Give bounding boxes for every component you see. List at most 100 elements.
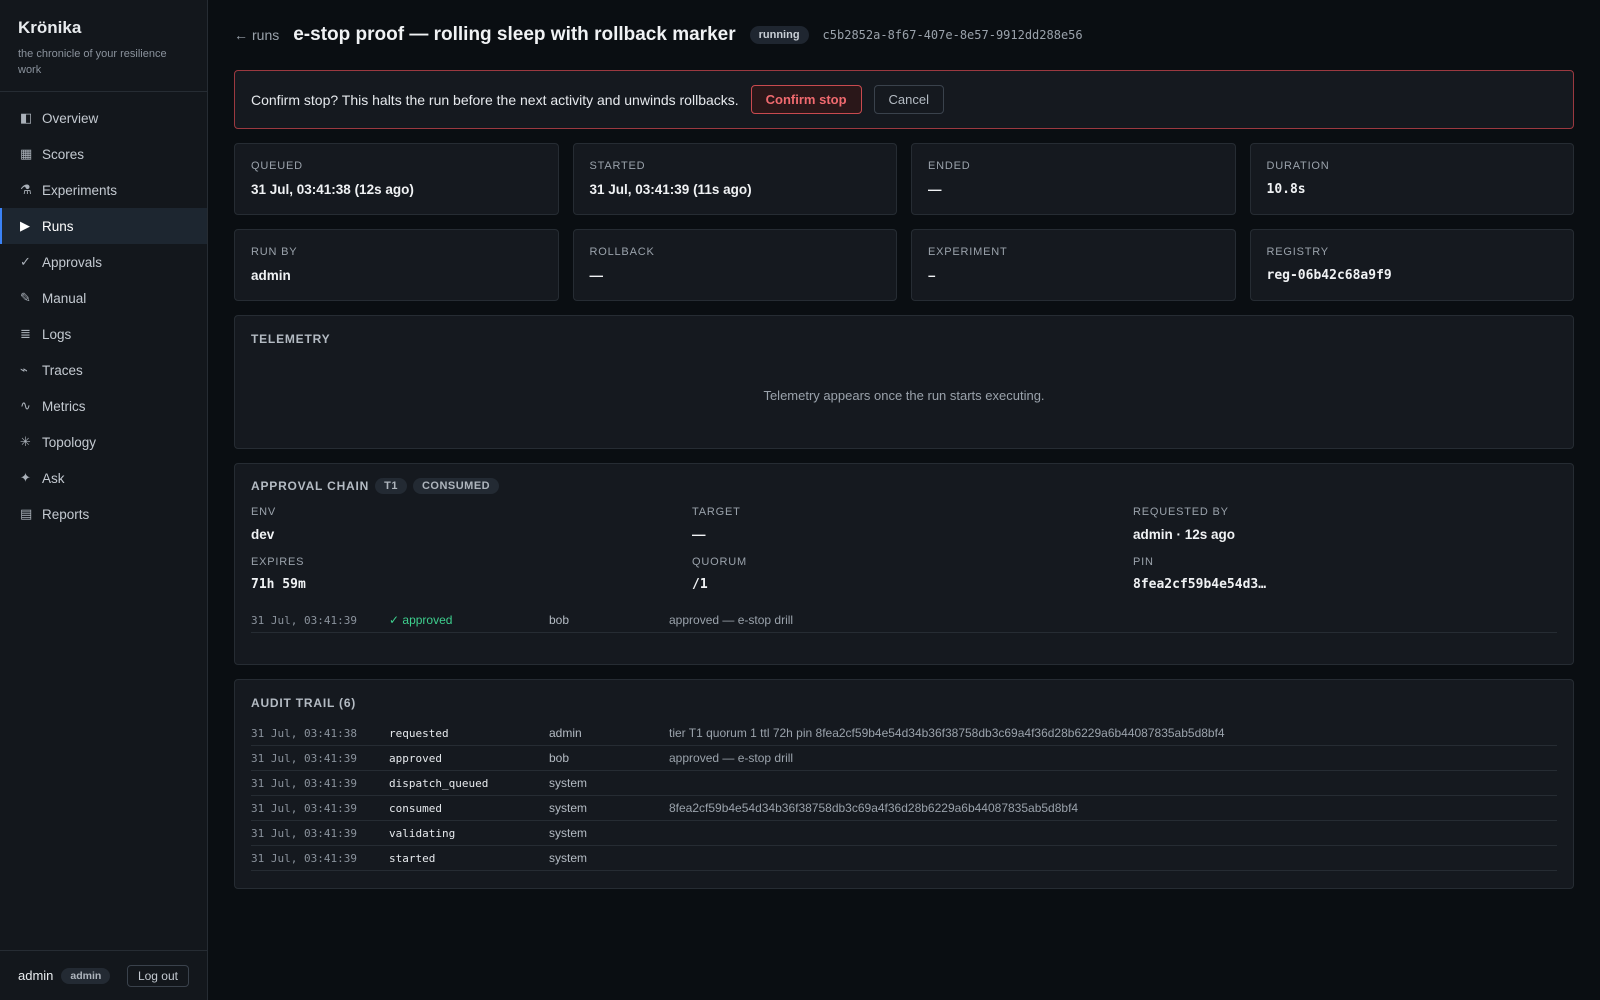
- field-value: 71h 59m: [251, 577, 306, 592]
- sidebar-item-label: Reports: [42, 506, 90, 522]
- sidebar-item-ask[interactable]: ✦ Ask: [0, 460, 207, 496]
- row-actor: system: [549, 851, 588, 865]
- card-value: 31 Jul, 03:41:39 (11s ago): [589, 182, 752, 197]
- confirm-stop-banner: Confirm stop? This halts the run before …: [234, 70, 1574, 129]
- field-label: ENV: [251, 506, 277, 518]
- sidebar-item-label: Ask: [42, 470, 65, 486]
- field-label: TARGET: [692, 506, 741, 518]
- field-value: 8fea2cf59b4e54d3…: [1133, 577, 1267, 592]
- registry-card: REGISTRY reg-06b42c68a9f9: [1249, 229, 1574, 301]
- audit-trail-panel: AUDIT TRAIL (6) 31 Jul, 03:41:38 requeste…: [234, 679, 1574, 889]
- app-title: Krönika: [18, 18, 82, 37]
- card-value: reg-06b42c68a9f9: [1266, 268, 1392, 283]
- card-value: –: [928, 268, 936, 283]
- row-event: consumed: [389, 801, 442, 815]
- logout-button[interactable]: Log out: [126, 964, 189, 987]
- sidebar-item-scores[interactable]: ▦ Scores: [0, 136, 207, 172]
- sidebar-item-label: Runs: [42, 218, 74, 234]
- ended-card: ENDED —: [911, 143, 1236, 215]
- sidebar: Krönika the chronicle of your resilience…: [0, 0, 208, 1000]
- rollback-card: ROLLBACK —: [572, 229, 897, 301]
- pin-field: PIN 8fea2cf59b4e54d3…: [1133, 556, 1557, 592]
- sidebar-item-experiments[interactable]: ⚗ Experiments: [0, 172, 207, 208]
- page-title: e-stop proof — rolling sleep with rollba…: [293, 24, 736, 45]
- table-row: 31 Jul, 03:41:39 consumed system 8fea2cf59b…: [251, 796, 1557, 821]
- row-time: 31 Jul, 03:41:39: [251, 851, 357, 865]
- approval-chain-panel: APPROVAL CHAIN T1 CONSUMED ENV dev TARGET…: [234, 463, 1574, 665]
- confirm-stop-button[interactable]: Confirm stop: [750, 85, 862, 114]
- sidebar-item-manual[interactable]: ✎ Manual: [0, 280, 207, 316]
- card-label: QUEUED: [251, 160, 303, 172]
- approval-status: ✓ approved: [389, 613, 453, 627]
- sidebar-item-label: Scores: [42, 146, 85, 162]
- timing-cards: QUEUED 31 Jul, 03:41:38 (12s ago) STARTED…: [234, 143, 1574, 215]
- audit-rows: 31 Jul, 03:41:38 requested admin tier T1 qu…: [251, 721, 1557, 871]
- card-value: —: [589, 268, 604, 283]
- row-actor: admin: [549, 726, 582, 740]
- sidebar-item-label: Traces: [42, 362, 83, 378]
- sidebar-item-label: Logs: [42, 326, 72, 342]
- metrics-icon: ∿: [20, 398, 31, 413]
- cancel-button[interactable]: Cancel: [873, 85, 945, 114]
- panel-title: AUDIT TRAIL (6): [251, 696, 357, 710]
- panel-title: APPROVAL CHAIN: [251, 479, 370, 493]
- back-link[interactable]: ← runs: [234, 27, 279, 43]
- table-row: 31 Jul, 03:41:39 started system: [251, 846, 1557, 871]
- field-label: PIN: [1133, 556, 1154, 568]
- pencil-icon: ✎: [20, 290, 31, 305]
- state-badge: CONSUMED: [412, 478, 500, 494]
- row-actor: system: [549, 826, 588, 840]
- sidebar-item-approvals[interactable]: ✓ Approvals: [0, 244, 207, 280]
- sidebar-item-label: Topology: [42, 434, 97, 450]
- card-label: DURATION: [1266, 160, 1330, 172]
- row-event: started: [389, 851, 436, 865]
- field-label: REQUESTED BY: [1133, 506, 1229, 518]
- main-content: ← runs e-stop proof — rolling sleep with …: [234, 0, 1574, 889]
- app-tagline: the chronicle of your resilience work: [18, 48, 167, 76]
- started-card: STARTED 31 Jul, 03:41:39 (11s ago): [572, 143, 897, 215]
- sidebar-item-topology[interactable]: ✳ Topology: [0, 424, 207, 460]
- field-value: /1: [692, 577, 708, 592]
- sidebar-item-label: Manual: [42, 290, 87, 306]
- sidebar-item-overview[interactable]: ◧ Overview: [0, 100, 207, 136]
- row-event: dispatch_queued: [389, 776, 489, 790]
- run-id: c5b2852a-8f67-407e-8e57-9912dd288e56: [822, 28, 1083, 42]
- requested-by-field: REQUESTED BY admin · 12s ago: [1133, 506, 1557, 542]
- experiment-card: EXPERIMENT –: [911, 229, 1236, 301]
- run-by-card: RUN BY admin: [234, 229, 559, 301]
- sidebar-item-label: Overview: [42, 110, 99, 126]
- tier-badge: T1: [375, 478, 407, 494]
- panel-title: TELEMETRY: [251, 332, 331, 346]
- sidebar-item-runs[interactable]: ▶ Runs: [0, 208, 207, 244]
- sidebar-item-logs[interactable]: ≣ Logs: [0, 316, 207, 352]
- row-actor: system: [549, 801, 588, 815]
- sidebar-item-traces[interactable]: ⌁ Traces: [0, 352, 207, 388]
- reports-icon: ▤: [20, 506, 33, 521]
- sidebar-nav: ◧ Overview ▦ Scores ⚗ Experiments ▶ Runs ✓ Ap…: [0, 92, 207, 532]
- topology-icon: ✳: [20, 434, 31, 449]
- field-value: dev: [251, 527, 275, 542]
- sidebar-footer: admin admin Log out: [0, 950, 207, 1000]
- scores-icon: ▦: [20, 146, 33, 161]
- row-time: 31 Jul, 03:41:39: [251, 776, 357, 790]
- panel-header: APPROVAL CHAIN T1 CONSUMED: [251, 478, 1557, 494]
- card-value: 31 Jul, 03:41:38 (12s ago): [251, 182, 414, 197]
- traces-icon: ⌁: [20, 362, 28, 377]
- sidebar-item-reports[interactable]: ▤ Reports: [0, 496, 207, 532]
- table-row: 31 Jul, 03:41:39 validating system: [251, 821, 1557, 846]
- expires-field: EXPIRES 71h 59m: [251, 556, 692, 592]
- status-badge: running: [749, 26, 809, 44]
- row-time: 31 Jul, 03:41:39: [251, 826, 357, 840]
- row-actor: bob: [549, 751, 570, 765]
- sidebar-item-label: Metrics: [42, 398, 86, 414]
- sidebar-item-metrics[interactable]: ∿ Metrics: [0, 388, 207, 424]
- row-time: 31 Jul, 03:41:38: [251, 726, 357, 740]
- field-value: —: [692, 527, 706, 542]
- quorum-field: QUORUM/1: [692, 556, 1133, 592]
- row-event: validating: [389, 826, 456, 840]
- env-field: ENV dev: [251, 506, 692, 542]
- table-row: 31 Jul, 03:41:39 approved bob approved — e-…: [251, 746, 1557, 771]
- row-event: requested: [389, 726, 449, 740]
- approval-fields: ENV dev TARGET — REQUESTED BY admin · 12s a…: [251, 506, 1557, 592]
- sparkle-icon: ✦: [20, 470, 31, 485]
